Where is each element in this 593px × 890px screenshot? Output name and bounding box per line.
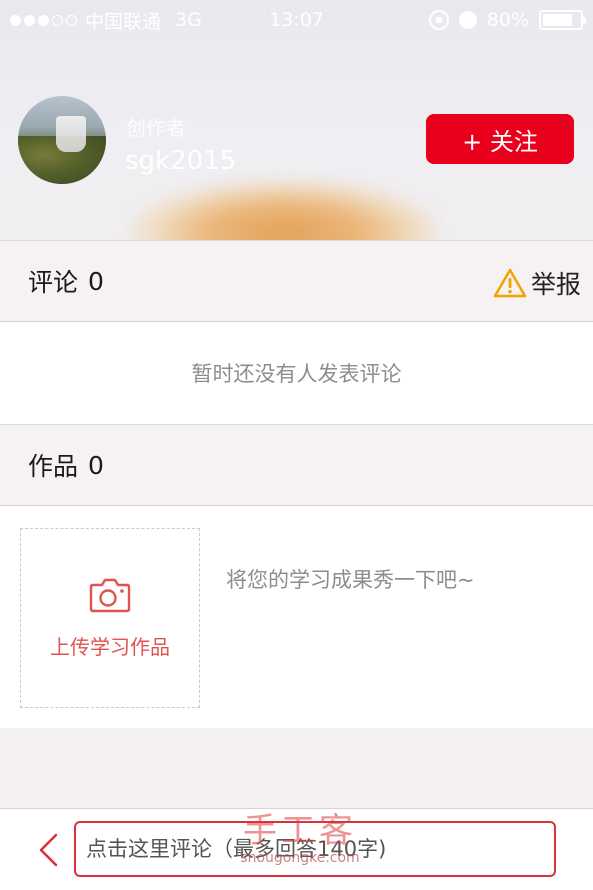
works-count: 0 — [88, 450, 104, 480]
works-section-header: 作品 0 — [0, 424, 593, 506]
carrier-name: 中国联通 — [85, 10, 162, 33]
works-area: 上传学习作品 将您的学习成果秀一下吧~ — [0, 506, 593, 728]
works-hint-text: 将您的学习成果秀一下吧~ — [226, 568, 475, 592]
follow-button[interactable]: + 关注 — [426, 114, 574, 164]
creator-header: 中国联通 3G 13:07 80% 创作者 sgk2015 + 关注 — [0, 0, 593, 240]
status-bar: 中国联通 3G 13:07 80% — [0, 0, 593, 40]
comment-bar — [0, 808, 593, 890]
report-label: 举报 — [530, 270, 581, 299]
battery-icon — [539, 10, 586, 30]
comments-section-header: 评论 0 举报 — [0, 240, 593, 322]
comments-empty-state: 暂时还没有人发表评论 — [0, 322, 593, 424]
back-chevron-icon[interactable] — [36, 833, 62, 867]
network-type: 3G — [175, 9, 202, 31]
battery-percent: 80% — [486, 9, 529, 31]
works-title: 作品 — [28, 452, 79, 481]
creator-name[interactable]: sgk2015 — [125, 146, 236, 176]
creator-avatar[interactable] — [18, 96, 106, 184]
upload-work-label: 上传学习作品 — [50, 634, 170, 659]
header-background-image — [130, 178, 440, 240]
content-spacer — [0, 728, 593, 810]
camera-icon — [89, 578, 131, 612]
upload-work-button[interactable]: 上传学习作品 — [20, 528, 200, 708]
comments-title: 评论 — [28, 268, 79, 297]
signal-strength-icon — [10, 14, 77, 26]
creator-role-label: 创作者 — [126, 116, 186, 140]
warning-triangle-icon — [493, 268, 527, 298]
comment-input[interactable] — [74, 821, 556, 877]
rotation-lock-icon — [428, 10, 449, 30]
report-button[interactable]: 举报 — [493, 265, 581, 301]
alarm-icon — [458, 11, 477, 29]
comments-count: 0 — [88, 266, 104, 296]
